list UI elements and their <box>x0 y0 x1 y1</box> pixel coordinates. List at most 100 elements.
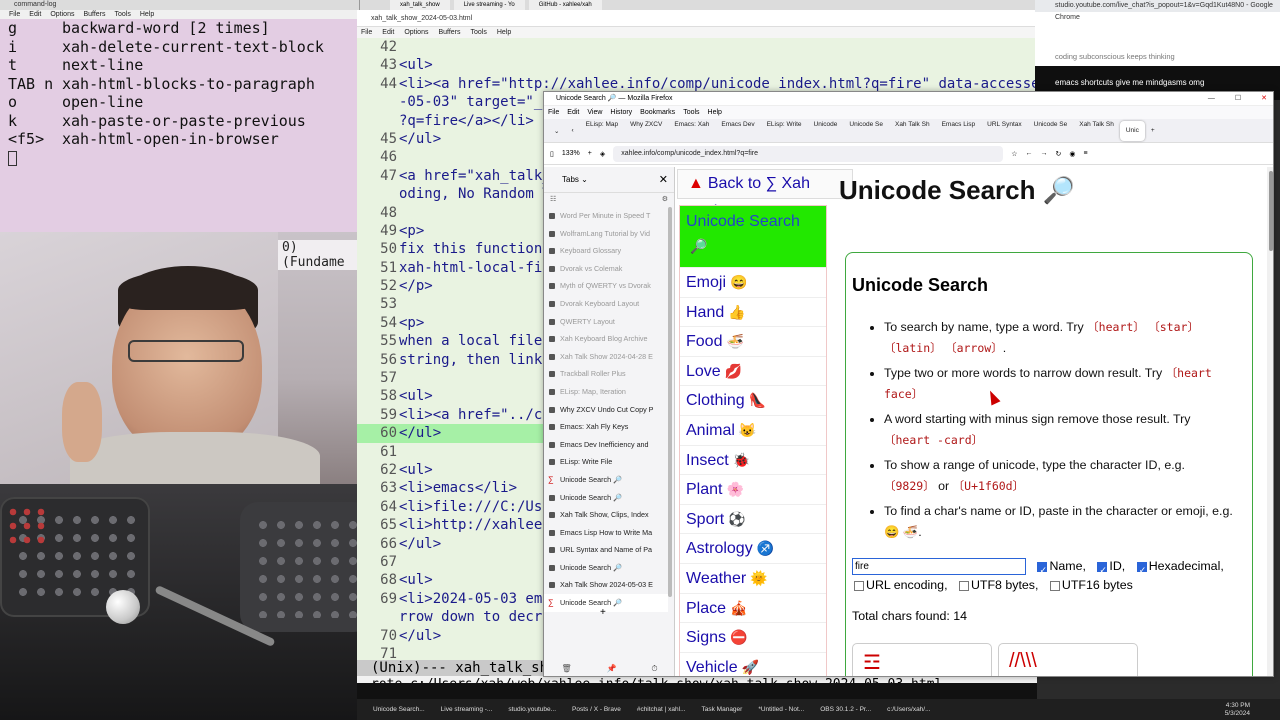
menu-edit[interactable]: Edit <box>567 106 579 119</box>
sidebar-tab-item[interactable]: ELisp: Map, Iteration <box>544 383 668 401</box>
sidebar-tab-item[interactable]: ∑ Unicode Search 🔎 <box>544 594 668 612</box>
nav-link-clothing[interactable]: Clothing 👠 <box>680 386 826 416</box>
menu-help[interactable]: Help <box>140 10 154 19</box>
menu-file[interactable]: File <box>548 106 559 119</box>
nav-link-astrology[interactable]: Astrology ♐ <box>680 534 826 564</box>
menu-tools[interactable]: Tools <box>683 106 699 119</box>
back-icon[interactable]: ← <box>1026 150 1033 157</box>
example-latin[interactable]: 〔latin〕 <box>884 341 942 355</box>
browser-tab[interactable]: Emacs: Xah <box>668 121 715 141</box>
bg-tab[interactable]: xah_talk_show <box>390 0 450 10</box>
result-card[interactable]: ☲ <box>852 643 992 676</box>
nav-link-vehicle[interactable]: Vehicle 🚀 <box>680 653 826 676</box>
sidebar-tab-item[interactable]: Xah Talk Show 2024-04-28 E <box>544 348 668 366</box>
sidebar-tab-item[interactable]: Trackball Roller Plus <box>544 365 668 383</box>
menu-icon[interactable]: ≡ <box>1084 150 1088 157</box>
back-to-xah-code-link[interactable]: ▲Back to ∑ Xah Code <box>677 169 853 220</box>
menu-tools[interactable]: Tools <box>471 27 487 38</box>
new-tab-icon[interactable]: + <box>1145 127 1161 134</box>
browser-tab[interactable]: ELisp: Write <box>761 121 808 141</box>
nav-link-place[interactable]: Place 🎪 <box>680 594 826 624</box>
nav-link-weather[interactable]: Weather 🌞 <box>680 564 826 594</box>
taskbar-item[interactable]: Live streaming -... <box>433 701 501 719</box>
tab-list-icon[interactable]: ⌄ <box>548 127 565 135</box>
sidebar-tab-item[interactable]: Word Per Minute in Speed T <box>544 207 668 225</box>
system-clock[interactable]: 4:30 PM 5/3/2024 <box>1225 702 1280 718</box>
menu-file[interactable]: File <box>361 27 372 38</box>
browser-tab[interactable]: ELisp: Map <box>580 121 625 141</box>
example-u1f60d[interactable]: 〔U+1f60d〕 <box>953 479 1024 493</box>
sidebar-tab-item[interactable]: Keyboard Glossary <box>544 242 668 260</box>
sidebar-tab-item[interactable]: URL Syntax and Name of Pa <box>544 541 668 559</box>
search-input[interactable] <box>852 558 1026 576</box>
browser-tab[interactable]: Unicode Se <box>1028 121 1074 141</box>
taskbar-item[interactable]: Task Manager <box>694 701 751 719</box>
close-icon[interactable]: ✕ <box>659 167 668 193</box>
reload-icon[interactable]: ↻ <box>1056 150 1062 158</box>
taskbar-item[interactable]: Posts / X - Brave <box>564 701 629 719</box>
pin-icon[interactable]: 📌 <box>606 664 616 674</box>
utf8-checkbox[interactable] <box>958 580 969 591</box>
maximize-icon[interactable]: ☐ <box>1235 92 1241 106</box>
sidebar-tab-item[interactable]: Myth of QWERTY vs Dvorak <box>544 277 668 295</box>
nav-link-unicode-search[interactable]: Unicode Search 🔎 <box>680 206 826 268</box>
example-9829[interactable]: 〔9829〕 <box>884 479 935 493</box>
sidebar-tab-item[interactable]: Xah Talk Show, Clips, Index <box>544 506 668 524</box>
menu-options[interactable]: Options <box>404 27 428 38</box>
menu-help[interactable]: Help <box>708 106 722 119</box>
nav-link-emoji[interactable]: Emoji 😄 <box>680 268 826 298</box>
menu-history[interactable]: History <box>610 106 632 119</box>
menu-tools[interactable]: Tools <box>115 10 131 19</box>
back-tab-icon[interactable]: ‹ <box>565 127 579 134</box>
extension-icon[interactable]: ◉ <box>1069 150 1075 158</box>
browser-tab[interactable]: Unicode <box>808 121 844 141</box>
example-arrow[interactable]: 〔arrow〕 <box>945 341 1003 355</box>
menu-buffers[interactable]: Buffers <box>83 10 105 19</box>
utf16-checkbox[interactable] <box>1049 580 1060 591</box>
close-icon[interactable]: ✕ <box>1261 92 1267 106</box>
taskbar-item[interactable]: Unicode Search... <box>365 701 433 719</box>
bookmark-star-icon[interactable]: ☆ <box>1011 150 1017 158</box>
nav-link-signs[interactable]: Signs ⛔ <box>680 623 826 653</box>
menu-buffers[interactable]: Buffers <box>438 27 460 38</box>
taskbar-item[interactable]: OBS 30.1.2 - Pr... <box>812 701 879 719</box>
nav-link-love[interactable]: Love 💋 <box>680 357 826 387</box>
forward-icon[interactable]: → <box>1041 150 1048 157</box>
trash-icon[interactable]: 🗑 <box>561 664 571 674</box>
nav-link-hand[interactable]: Hand 👍 <box>680 298 826 328</box>
browser-tab[interactable]: Why ZXCV <box>624 121 668 141</box>
menu-edit[interactable]: Edit <box>29 10 41 19</box>
zoom-level[interactable]: 133% <box>562 150 580 157</box>
sidebar-tab-item[interactable]: WolframLang Tutorial by Vid <box>544 225 668 243</box>
sidebar-tab-item[interactable]: Emacs Lisp How to Write Ma <box>544 524 668 542</box>
list-icon[interactable]: ☷ <box>550 193 556 207</box>
name-checkbox[interactable] <box>1037 561 1048 580</box>
sidebar-tab-item[interactable]: Dvorak Keyboard Layout <box>544 295 668 313</box>
sidebar-tab-item[interactable]: Unicode Search 🔎 <box>544 559 668 577</box>
menu-edit[interactable]: Edit <box>382 27 394 38</box>
nav-link-plant[interactable]: Plant 🌸 <box>680 475 826 505</box>
bg-tab[interactable]: Live streaming - Yo <box>453 0 525 10</box>
browser-tab[interactable]: Xah Talk Sh <box>889 121 936 141</box>
gear-icon[interactable]: ⚙ <box>662 193 668 207</box>
menu-file[interactable]: File <box>9 10 20 19</box>
example-heart-minus-card[interactable]: 〔heart -card〕 <box>884 433 983 447</box>
nav-link-food[interactable]: Food 🍜 <box>680 327 826 357</box>
sidebar-tab-item[interactable]: Why ZXCV Undo Cut Copy P <box>544 401 668 419</box>
sidebar-tab-item[interactable]: Emacs: Xah Fly Keys <box>544 418 668 436</box>
sidebar-title[interactable]: Tabs <box>562 175 579 184</box>
taskbar-item[interactable]: *Untitled - Not... <box>750 701 812 719</box>
page-scrollbar[interactable] <box>1267 167 1273 676</box>
sidebar-tab-item[interactable]: ∑ Unicode Search 🔎 <box>544 471 668 489</box>
id-checkbox[interactable] <box>1097 561 1108 580</box>
scrollbar[interactable] <box>668 207 672 597</box>
hexadecimal-checkbox[interactable] <box>1136 561 1147 580</box>
minimize-icon[interactable]: — <box>1208 92 1215 106</box>
menu-options[interactable]: Options <box>50 10 74 19</box>
browser-tab[interactable]: Emacs Lisp <box>936 121 982 141</box>
sidebar-tab-item[interactable]: Unicode Search 🔎 <box>544 489 668 507</box>
bg-tab[interactable]: GitHub - xahlee/xah <box>528 0 602 10</box>
example-heart[interactable]: 〔heart〕 <box>1087 320 1145 334</box>
sidebar-tab-item[interactable]: Emacs Dev Inefficiency and <box>544 436 668 454</box>
browser-tab[interactable]: Emacs Dev <box>715 121 760 141</box>
